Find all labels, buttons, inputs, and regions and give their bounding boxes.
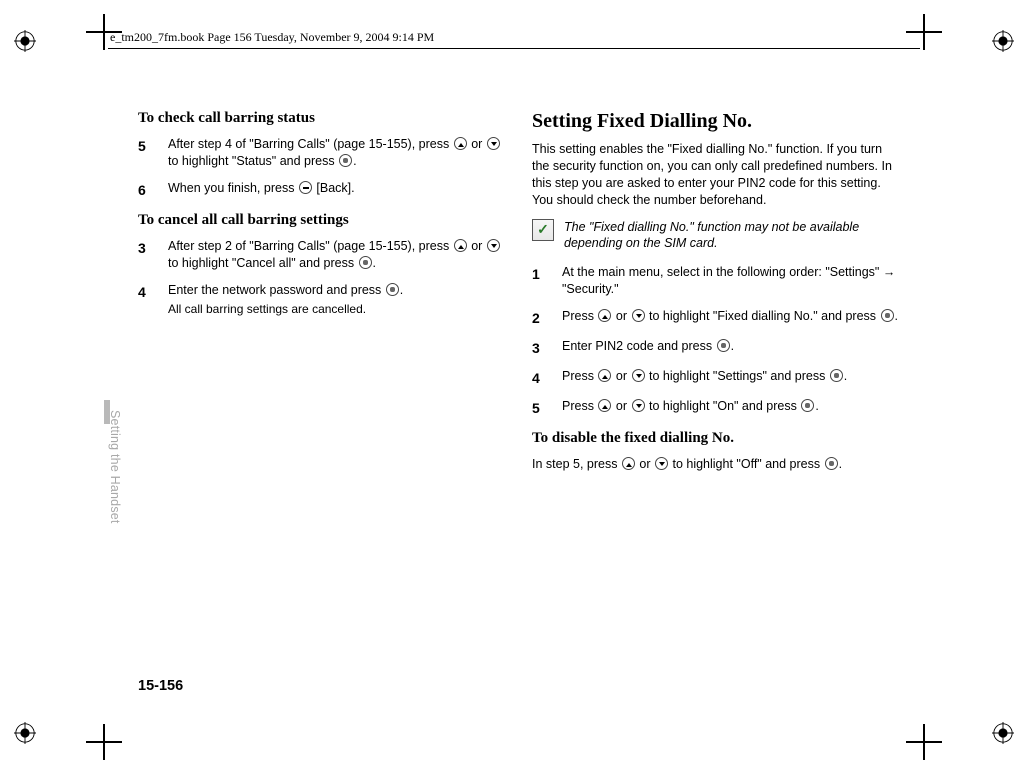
step-text: Press or to highlight "On" and press . bbox=[562, 398, 898, 418]
step-number: 5 bbox=[138, 136, 152, 170]
step-text: Press or to highlight "Settings" and pre… bbox=[562, 368, 898, 388]
step: 5 Press or to highlight "On" and press . bbox=[532, 398, 898, 418]
sub-paragraph: In step 5, press or to highlight "Off" a… bbox=[532, 456, 898, 473]
note-box: ✓ The "Fixed dialling No." function may … bbox=[532, 219, 898, 253]
step: 3 Enter PIN2 code and press . bbox=[532, 338, 898, 358]
heading-fixed-dialling: Setting Fixed Dialling No. bbox=[532, 108, 898, 135]
heading-check-barring-status: To check call barring status bbox=[138, 108, 504, 128]
heading-disable-fixed-dialling: To disable the fixed dialling No. bbox=[532, 428, 898, 448]
nav-up-icon bbox=[622, 457, 635, 470]
right-column: Setting Fixed Dialling No. This setting … bbox=[532, 108, 898, 473]
step-text: After step 4 of "Barring Calls" (page 15… bbox=[168, 136, 504, 170]
intro-paragraph: This setting enables the "Fixed dialling… bbox=[532, 141, 898, 209]
nav-up-icon bbox=[454, 239, 467, 252]
nav-down-icon bbox=[632, 399, 645, 412]
nav-down-icon bbox=[632, 369, 645, 382]
step-text: At the main menu, select in the followin… bbox=[562, 264, 898, 298]
center-key-icon bbox=[339, 154, 352, 167]
step: 3 After step 2 of "Barring Calls" (page … bbox=[138, 238, 504, 272]
step: 1 At the main menu, select in the follow… bbox=[532, 264, 898, 298]
section-tab-label: Setting the Handset bbox=[108, 410, 122, 524]
nav-up-icon bbox=[598, 399, 611, 412]
step-text: Enter PIN2 code and press . bbox=[562, 338, 898, 358]
step: 2 Press or to highlight "Fixed dialling … bbox=[532, 308, 898, 328]
step-number: 1 bbox=[532, 264, 546, 298]
step-text: When you finish, press [Back]. bbox=[168, 180, 504, 200]
step-text: Press or to highlight "Fixed dialling No… bbox=[562, 308, 898, 328]
registration-mark-icon bbox=[14, 722, 36, 744]
center-key-icon bbox=[359, 256, 372, 269]
step: 4 Press or to highlight "Settings" and p… bbox=[532, 368, 898, 388]
center-key-icon bbox=[801, 399, 814, 412]
center-key-icon bbox=[881, 309, 894, 322]
page-number: 15-156 bbox=[138, 678, 183, 694]
crop-mark-icon bbox=[906, 14, 942, 50]
registration-mark-icon bbox=[14, 30, 36, 52]
step-text-part: "Security." bbox=[562, 282, 619, 296]
center-key-icon bbox=[830, 369, 843, 382]
step-text: After step 2 of "Barring Calls" (page 15… bbox=[168, 238, 504, 272]
center-key-icon bbox=[825, 457, 838, 470]
step-number: 6 bbox=[138, 180, 152, 200]
step: 5 After step 4 of "Barring Calls" (page … bbox=[138, 136, 504, 170]
softkey-icon bbox=[299, 181, 312, 194]
left-column: To check call barring status 5 After ste… bbox=[138, 108, 504, 473]
nav-up-icon bbox=[454, 137, 467, 150]
step-number: 2 bbox=[532, 308, 546, 328]
crop-mark-icon bbox=[906, 724, 942, 760]
nav-up-icon bbox=[598, 309, 611, 322]
heading-cancel-barring: To cancel all call barring settings bbox=[138, 210, 504, 230]
crop-mark-icon bbox=[86, 724, 122, 760]
step-number: 4 bbox=[532, 368, 546, 388]
note-check-icon: ✓ bbox=[532, 219, 554, 241]
step: 4 Enter the network password and press .… bbox=[138, 282, 504, 317]
nav-up-icon bbox=[598, 369, 611, 382]
registration-mark-icon bbox=[992, 30, 1014, 52]
nav-down-icon bbox=[487, 137, 500, 150]
running-header: e_tm200_7fm.book Page 156 Tuesday, Novem… bbox=[110, 30, 434, 45]
step-number: 4 bbox=[138, 282, 152, 317]
arrow-icon: → bbox=[883, 265, 896, 279]
nav-down-icon bbox=[632, 309, 645, 322]
page-body: To check call barring status 5 After ste… bbox=[138, 108, 898, 688]
step: 6 When you finish, press [Back]. bbox=[138, 180, 504, 200]
step-text: Enter the network password and press . A… bbox=[168, 282, 504, 317]
step-subtext: All call barring settings are cancelled. bbox=[168, 301, 504, 317]
header-rule bbox=[108, 48, 920, 49]
step-number: 3 bbox=[532, 338, 546, 358]
step-number: 5 bbox=[532, 398, 546, 418]
center-key-icon bbox=[717, 339, 730, 352]
note-text: The "Fixed dialling No." function may no… bbox=[564, 219, 898, 253]
step-number: 3 bbox=[138, 238, 152, 272]
nav-down-icon bbox=[655, 457, 668, 470]
nav-down-icon bbox=[487, 239, 500, 252]
center-key-icon bbox=[386, 283, 399, 296]
registration-mark-icon bbox=[992, 722, 1014, 744]
step-text-part: At the main menu, select in the followin… bbox=[562, 265, 883, 279]
